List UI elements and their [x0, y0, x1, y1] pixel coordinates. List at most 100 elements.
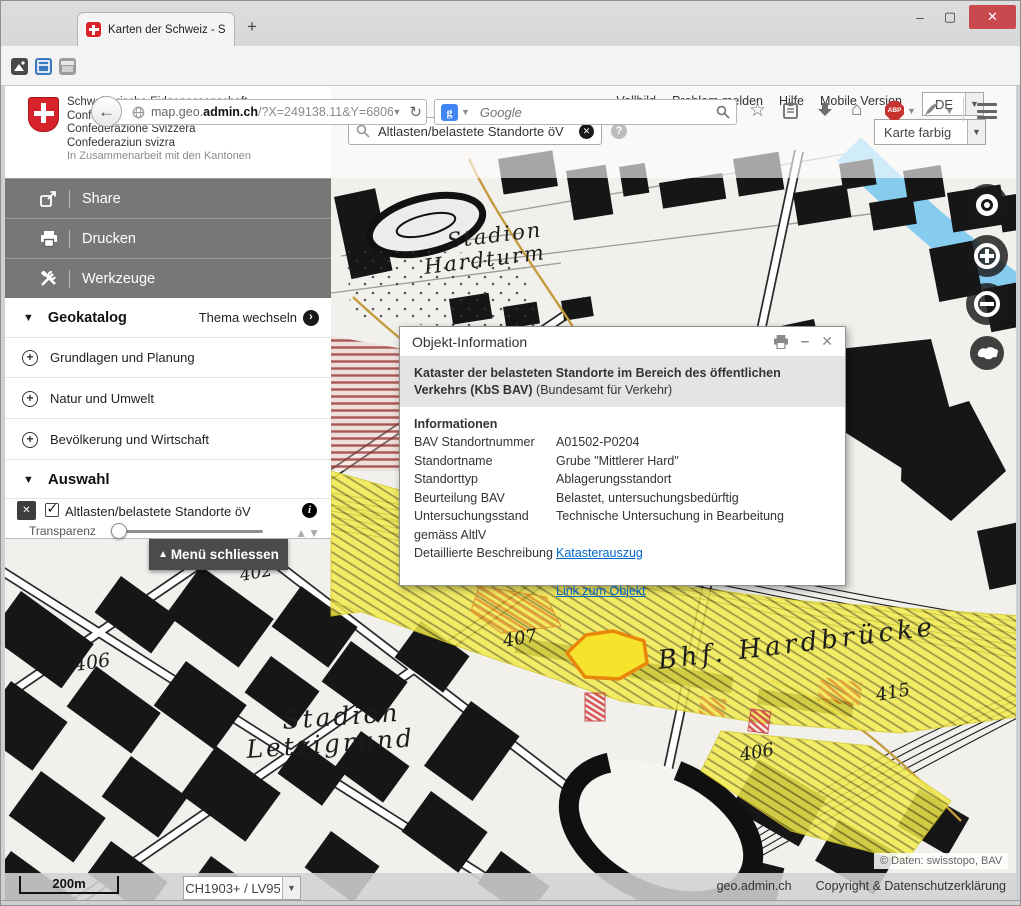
close-menu-label: Menü schliessen [171, 547, 279, 562]
projection-select[interactable]: CH1903+ / LV95 ▼ [183, 876, 301, 900]
layer-checkbox[interactable] [45, 503, 59, 517]
object-information-popup: Objekt-Information – ✕ Kataster der bela… [399, 326, 846, 586]
maximize-window-button[interactable]: ▢ [935, 9, 965, 25]
info-value: A01502-P0204 [556, 433, 831, 452]
info-value: Technische Untersuchung in Bearbeitung [556, 507, 831, 544]
object-link[interactable]: Link zum Objekt [556, 584, 646, 598]
archive-box-icon[interactable] [59, 58, 76, 75]
new-tab-button[interactable]: + [247, 18, 257, 35]
sidebar-item-share[interactable]: Share [1, 178, 331, 218]
url-dropdown-icon[interactable]: ▼ [393, 107, 402, 117]
remove-layer-button[interactable]: ✕ [17, 501, 36, 520]
browser-tab[interactable]: Karten der Schweiz - Schweize... [77, 12, 235, 46]
minimize-popup-icon[interactable]: – [801, 337, 809, 347]
expand-plus-icon[interactable]: + [22, 350, 38, 366]
chevron-down-icon: ▼ [23, 474, 34, 486]
catalog-item-natur[interactable]: + Natur und Umwelt [1, 379, 331, 419]
geolocate-button[interactable] [966, 184, 1008, 226]
window-frame-right [1016, 86, 1020, 906]
minus-icon [980, 302, 994, 306]
expand-plus-icon[interactable]: + [22, 432, 38, 448]
url-bar[interactable]: map.geo.admin.ch/?X=249138.11&Y=680698.2… [107, 99, 427, 125]
chevron-down-icon: ▼ [282, 877, 300, 899]
map-style-select[interactable]: Karte farbig ▼ [874, 119, 986, 145]
search-go-icon[interactable] [716, 105, 730, 119]
projection-value: CH1903+ / LV95 [184, 881, 282, 896]
minimize-window-button[interactable]: – [905, 10, 935, 25]
plus-icon-v [985, 249, 989, 263]
google-icon[interactable]: g [441, 104, 458, 121]
window-frame-left [1, 86, 5, 906]
zoom-in-button[interactable] [966, 235, 1008, 277]
expand-plus-icon[interactable]: + [22, 391, 38, 407]
arrow-right-icon[interactable]: › [303, 310, 319, 326]
slider-knob[interactable] [111, 523, 127, 539]
browser-chrome: Karten der Schweiz - Schweize... + – ▢ ✕… [1, 1, 1021, 86]
tools-icon [39, 271, 59, 287]
layer-info-icon[interactable]: i [302, 503, 317, 518]
geocatalog-panel: ▼ Geokatalog Thema wechseln › + Grundlag… [1, 298, 331, 539]
copyright-link[interactable]: Copyright & Datenschutzerklärung [816, 879, 1006, 893]
geokatalog-header[interactable]: ▼ Geokatalog Thema wechseln › [1, 298, 331, 338]
search-engine-dropdown-icon[interactable]: ▼ [461, 107, 470, 117]
catalog-item-label: Bevölkerung und Wirtschaft [50, 432, 209, 447]
browser-search-box: g ▼ [434, 99, 737, 125]
transparency-slider[interactable] [113, 530, 263, 533]
catalog-item-grundlagen[interactable]: + Grundlagen und Planung [1, 338, 331, 378]
cooperation-note: In Zusammenarbeit mit den Kantonen [67, 150, 251, 162]
auswahl-header[interactable]: ▼ Auswahl [1, 461, 331, 499]
info-row: Link zum Objekt [414, 582, 831, 601]
info-row: Detaillierte Beschreibung Katasterauszug [414, 544, 831, 563]
layer-source-office: (Bundesamt für Verkehr) [536, 383, 672, 397]
close-popup-icon[interactable]: ✕ [821, 333, 833, 350]
toolbar-dropdown-icon[interactable]: ▼ [945, 106, 954, 116]
clipboard-icon[interactable] [783, 102, 798, 119]
browser-search-input[interactable] [478, 104, 716, 121]
katasterauszug-link[interactable]: Katasterauszug [556, 546, 643, 560]
map-footer-bar: 200m CH1903+ / LV95 ▼ geo.admin.ch Copyr… [1, 873, 1021, 900]
catalog-item-bevoelkerung[interactable]: + Bevölkerung und Wirtschaft [1, 420, 331, 460]
popup-header[interactable]: Objekt-Information – ✕ [400, 327, 845, 357]
default-extent-button[interactable] [970, 336, 1004, 370]
scale-bar: 200m [19, 876, 119, 894]
info-value: Belastet, untersuchungsbedürftig [556, 489, 831, 508]
thumbnail-icon[interactable] [11, 58, 28, 75]
catalog-item-label: Grundlagen und Planung [50, 350, 195, 365]
menu-hamburger-icon[interactable] [977, 103, 997, 119]
chevron-down-icon: ▼ [967, 120, 985, 144]
home-icon[interactable]: ⌂ [851, 100, 862, 119]
url-host-prefix: map.geo. [151, 105, 203, 119]
back-button[interactable]: ← [91, 96, 122, 127]
map-attribution: © Daten: swisstopo, BAV [874, 853, 1008, 869]
close-window-button[interactable]: ✕ [969, 5, 1016, 29]
window-panel-icon[interactable] [35, 58, 52, 75]
help-icon[interactable]: ? [611, 123, 627, 139]
swiss-flag-favicon [86, 22, 101, 37]
close-menu-button[interactable]: ▲ Menü schliessen [149, 539, 288, 570]
layer-row: ✕ Altlasten/belastete Standorte öV i [1, 499, 331, 523]
browser-window: Stadion Hardturm Bhf. Hardbrücke Stadion… [0, 0, 1021, 906]
search-input[interactable] [376, 123, 573, 140]
site-link[interactable]: geo.admin.ch [717, 879, 792, 893]
search-icon [356, 124, 370, 138]
window-frame-bottom [1, 900, 1021, 906]
popup-body: Informationen BAV Standortnummer A01502-… [400, 407, 845, 610]
zoom-out-button[interactable] [966, 283, 1008, 325]
print-icon[interactable] [773, 335, 789, 349]
reload-icon[interactable]: ↻ [409, 103, 422, 121]
adblock-dropdown-icon[interactable]: ▼ [907, 106, 916, 116]
clear-search-icon[interactable]: ✕ [579, 124, 594, 139]
catalog-item-label: Natur und Umwelt [50, 391, 154, 406]
geolocate-dot [984, 202, 990, 208]
sidebar-item-drucken[interactable]: Drucken [1, 218, 331, 258]
sidebar-item-werkzeuge[interactable]: Werkzeuge [1, 258, 331, 298]
quill-icon[interactable] [923, 101, 940, 118]
bookmark-star-icon[interactable]: ☆ [749, 101, 766, 120]
chevron-down-icon: ▼ [23, 312, 34, 324]
downloads-icon[interactable] [817, 102, 833, 118]
werkzeuge-label: Werkzeuge [69, 270, 155, 288]
theme-switch-link[interactable]: Thema wechseln [199, 310, 297, 325]
layer-label: Altlasten/belastete Standorte öV [65, 504, 251, 519]
transparency-row: Transparenz ▲▼ [1, 524, 331, 539]
layer-reorder-arrows[interactable]: ▲▼ [295, 526, 321, 540]
